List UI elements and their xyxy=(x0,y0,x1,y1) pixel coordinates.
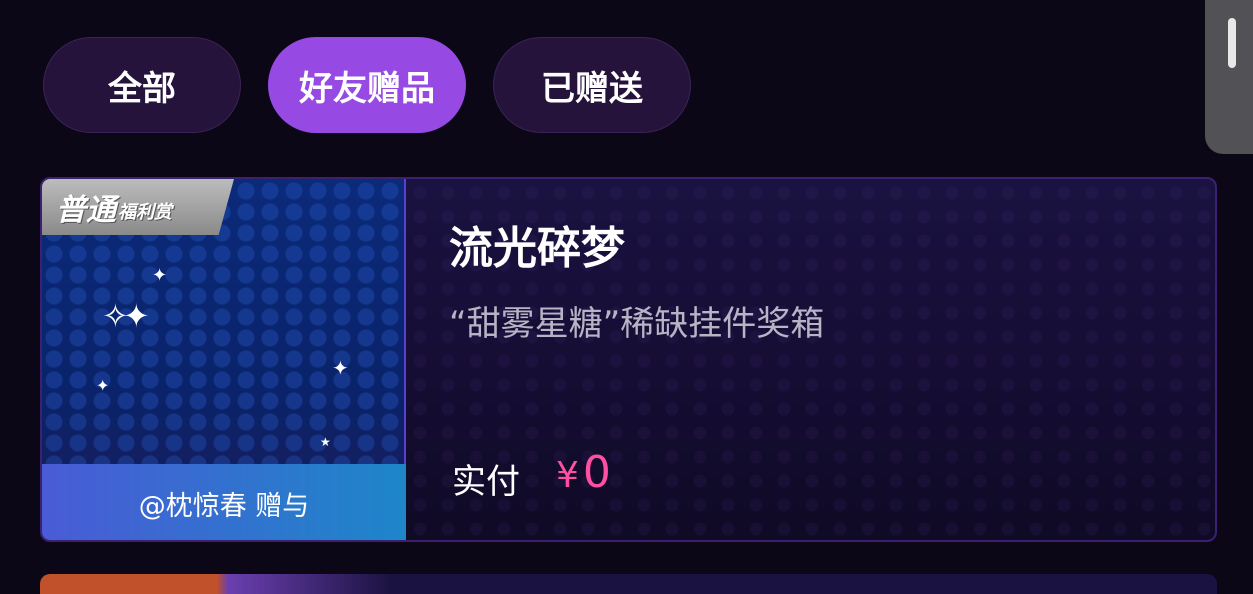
currency-symbol: ¥ xyxy=(556,455,579,496)
sparkle-icon: ✦ xyxy=(332,356,349,380)
tab-sent[interactable]: 已赠送 xyxy=(493,37,691,133)
gift-title: 流光碎梦 xyxy=(449,223,625,274)
tab-all[interactable]: 全部 xyxy=(43,37,241,133)
sender-label: @枕惊春 赠与 xyxy=(42,464,406,540)
tier-badge: 普通 福利赏 xyxy=(42,179,234,235)
sparkle-icon: ✦ xyxy=(152,265,168,286)
next-gift-card[interactable] xyxy=(40,574,1217,594)
star-icon: ★ xyxy=(320,435,331,449)
scrollbar[interactable] xyxy=(1205,0,1253,154)
badge-main-label: 普通 xyxy=(56,193,116,228)
badge-sub-label: 福利赏 xyxy=(118,202,172,223)
sparkle-cluster-icon: ✧✦ xyxy=(102,297,150,335)
gift-image: 普通 福利赏 ✦ ✧✦ ✦ ✦ ★ @枕惊春 赠与 xyxy=(42,179,406,540)
gift-card[interactable]: 普通 福利赏 ✦ ✧✦ ✦ ✦ ★ @枕惊春 赠与 流光碎梦 “甜雾星糖”稀缺挂… xyxy=(40,177,1217,542)
scrollbar-thumb[interactable] xyxy=(1228,18,1236,68)
paid-label: 实付 xyxy=(452,462,520,502)
gift-description: “甜雾星糖”稀缺挂件奖箱 xyxy=(449,304,825,344)
price-value: 0 xyxy=(582,447,611,498)
sparkle-icon: ✦ xyxy=(96,376,110,395)
price: ¥0 xyxy=(556,447,611,498)
tab-friend-gifts[interactable]: 好友赠品 xyxy=(268,37,466,133)
